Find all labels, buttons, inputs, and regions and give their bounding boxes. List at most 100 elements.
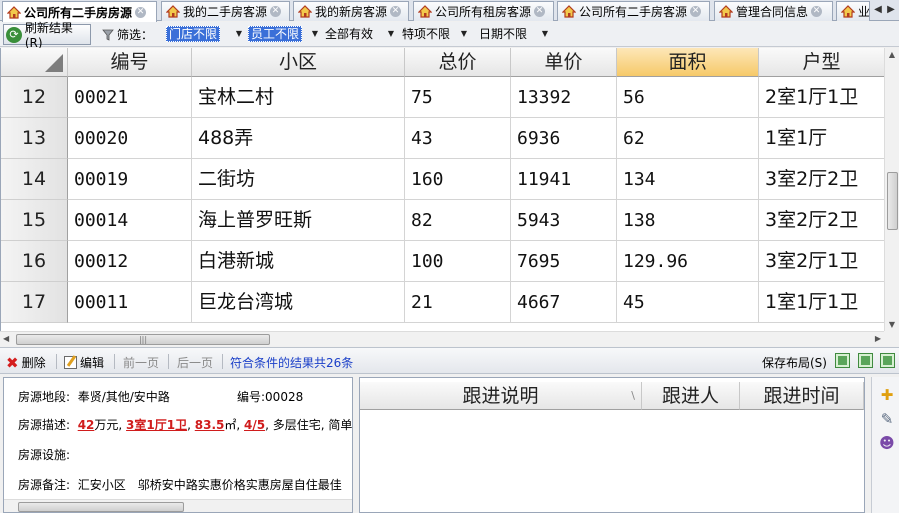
cell-unit-price[interactable]: 5943 (511, 200, 617, 241)
row-number[interactable]: 17 (1, 282, 68, 323)
grid-horizontal-scrollbar[interactable]: ◀ ||| ▶ (0, 331, 884, 346)
cell-id[interactable]: 00012 (68, 241, 192, 282)
save-layout-button[interactable]: 保存布局(S) (762, 354, 827, 371)
tab-label: 公司所有租房客源 (435, 5, 532, 19)
cell-id[interactable]: 00021 (68, 77, 192, 118)
row-number[interactable]: 14 (1, 159, 68, 200)
layout-grid-icon[interactable] (835, 353, 850, 368)
column-header-area[interactable]: 面积 (617, 48, 759, 77)
cell-community[interactable]: 海上普罗旺斯 (192, 200, 405, 241)
tab-scroll-right-icon[interactable]: ▶ (885, 3, 897, 17)
cell-total-price[interactable]: 21 (405, 282, 511, 323)
document-tab-bar: 公司所有二手房房源 ✕ 我的二手房客源 ✕ 我的新房客源 ✕ 公司所有租房客源 … (0, 0, 899, 22)
staff-filter-dropdown[interactable]: 员工不限 ▼ (246, 25, 318, 43)
cell-total-price[interactable]: 100 (405, 241, 511, 282)
scroll-thumb[interactable] (18, 502, 184, 512)
cell-layout[interactable]: 2室1厅1卫 (759, 77, 884, 118)
cell-total-price[interactable]: 43 (405, 118, 511, 159)
tab-company-rental-clients[interactable]: 公司所有租房客源 ✕ (413, 1, 554, 21)
column-header-id[interactable]: 编号 (68, 48, 192, 77)
add-icon[interactable]: ✚ (879, 387, 895, 403)
cell-layout[interactable]: 3室2厅1卫 (759, 241, 884, 282)
cell-total-price[interactable]: 82 (405, 200, 511, 241)
row-number[interactable]: 12 (1, 77, 68, 118)
store-filter-dropdown[interactable]: 门店不限 ▼ (164, 25, 242, 43)
refresh-results-button[interactable]: ⟳ 刷新结果(R) (3, 21, 91, 50)
column-header-follow-time[interactable]: 跟进时间 (740, 382, 864, 410)
cell-area[interactable]: 138 (617, 200, 759, 241)
close-icon[interactable]: ✕ (534, 6, 546, 17)
date-filter-dropdown[interactable]: 日期不限 ▼ (477, 25, 548, 43)
delete-button[interactable]: ✖ 删除 (6, 354, 46, 371)
cell-total-price[interactable]: 160 (405, 159, 511, 200)
cell-total-price[interactable]: 75 (405, 77, 511, 118)
cell-community[interactable]: 488弄 (192, 118, 405, 159)
cell-community[interactable]: 白港新城 (192, 241, 405, 282)
previous-page-button[interactable]: 前一页 (123, 354, 159, 371)
row-number[interactable]: 15 (1, 200, 68, 241)
cell-community[interactable]: 巨龙台湾城 (192, 282, 405, 323)
row-number[interactable]: 16 (1, 241, 68, 282)
column-header-follow-person[interactable]: 跟进人 (642, 382, 740, 410)
cell-unit-price[interactable]: 13392 (511, 77, 617, 118)
cell-layout[interactable]: 3室2厅2卫 (759, 200, 884, 241)
close-icon[interactable]: ✕ (135, 6, 147, 18)
cell-unit-price[interactable]: 4667 (511, 282, 617, 323)
cell-area[interactable]: 134 (617, 159, 759, 200)
tab-my-secondhand-clients[interactable]: 我的二手房客源 ✕ (161, 1, 290, 21)
close-icon[interactable]: ✕ (270, 6, 282, 17)
cell-community[interactable]: 宝林二村 (192, 77, 405, 118)
column-header-layout[interactable]: 户型 (759, 48, 884, 77)
detail-horizontal-scrollbar[interactable] (4, 499, 352, 512)
tab-truncated[interactable]: 业 (836, 1, 870, 21)
column-header-unit-price[interactable]: 单价 (511, 48, 617, 77)
cell-id[interactable]: 00011 (68, 282, 192, 323)
divider (168, 354, 169, 369)
row-number[interactable]: 13 (1, 118, 68, 159)
scroll-left-icon[interactable]: ◀ (3, 334, 9, 343)
cell-id[interactable]: 00020 (68, 118, 192, 159)
sort-indicator-icon: \ (631, 389, 635, 402)
edit-button[interactable]: 编辑 (64, 354, 104, 371)
cell-area[interactable]: 62 (617, 118, 759, 159)
scroll-down-icon[interactable]: ▼ (887, 320, 897, 329)
column-header-total-price[interactable]: 总价 (405, 48, 511, 77)
scrollbar-corner (884, 331, 899, 346)
scroll-thumb[interactable]: ||| (16, 334, 270, 345)
cell-community[interactable]: 二街坊 (192, 159, 405, 200)
close-icon[interactable]: ✕ (390, 6, 402, 17)
tab-contract-management[interactable]: 管理合同信息 ✕ (714, 1, 833, 21)
next-page-button[interactable]: 后一页 (177, 354, 213, 371)
cell-unit-price[interactable]: 11941 (511, 159, 617, 200)
column-header-community[interactable]: 小区 (192, 48, 405, 77)
cell-area[interactable]: 129.96 (617, 241, 759, 282)
follow-up-side-toolbar: ✚ ✎ ☻ (871, 377, 899, 513)
cell-layout[interactable]: 1室1厅 (759, 118, 884, 159)
grid-vertical-scrollbar[interactable]: ▲ ▼ (884, 48, 899, 331)
column-header-follow-note[interactable]: 跟进说明 \ (360, 382, 642, 410)
grid-corner[interactable] (1, 48, 68, 77)
layout-full-icon[interactable] (880, 353, 895, 368)
scroll-up-icon[interactable]: ▲ (887, 50, 897, 59)
cell-id[interactable]: 00014 (68, 200, 192, 241)
layout-split-icon[interactable] (858, 353, 873, 368)
scroll-right-icon[interactable]: ▶ (875, 334, 881, 343)
cell-unit-price[interactable]: 6936 (511, 118, 617, 159)
tab-scroll-left-icon[interactable]: ◀ (872, 3, 884, 17)
cell-layout[interactable]: 1室1厅1卫 (759, 282, 884, 323)
cell-unit-price[interactable]: 7695 (511, 241, 617, 282)
edit-note-icon[interactable]: ✎ (879, 411, 895, 427)
close-icon[interactable]: ✕ (811, 6, 823, 17)
special-filter-dropdown[interactable]: 特项不限 ▼ (400, 25, 467, 43)
tab-label: 我的新房客源 (315, 5, 388, 19)
status-filter-dropdown[interactable]: 全部有效 ▼ (323, 25, 394, 43)
tab-company-secondhand-clients[interactable]: 公司所有二手房客源 ✕ (557, 1, 710, 21)
cell-area[interactable]: 56 (617, 77, 759, 118)
cell-layout[interactable]: 3室2厅2卫 (759, 159, 884, 200)
cell-area[interactable]: 45 (617, 282, 759, 323)
close-icon[interactable]: ✕ (690, 6, 702, 17)
cell-id[interactable]: 00019 (68, 159, 192, 200)
tab-my-new-clients[interactable]: 我的新房客源 ✕ (293, 1, 409, 21)
scroll-thumb[interactable] (887, 172, 898, 230)
user-remove-icon[interactable]: ☻ (879, 435, 895, 451)
